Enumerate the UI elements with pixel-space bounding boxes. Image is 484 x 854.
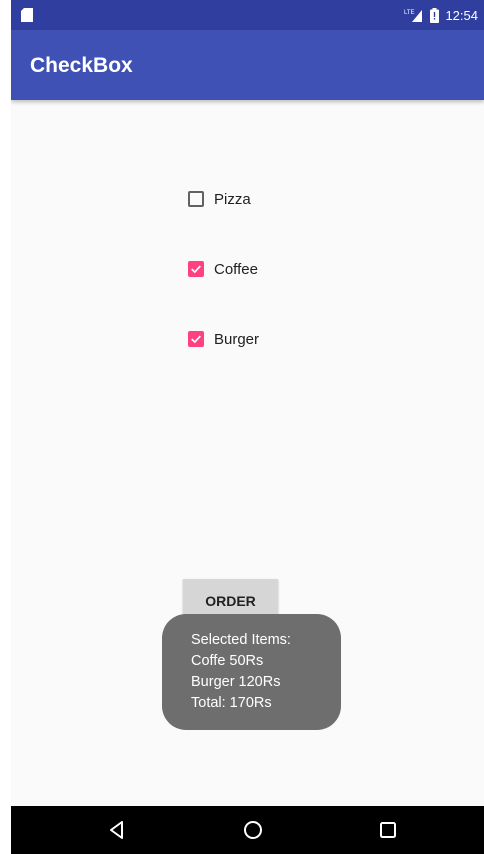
sd-card-icon — [21, 8, 33, 22]
toast-line: Selected Items: — [191, 632, 291, 648]
checkbox-pizza[interactable]: Pizza — [188, 187, 251, 211]
checkbox-unchecked-icon[interactable] — [188, 191, 204, 207]
app-screen: LTE 12:54 CheckBox Pizza Coffee Burger O… — [11, 0, 484, 854]
checkbox-label: Pizza — [214, 190, 251, 208]
checkbox-coffee[interactable]: Coffee — [188, 257, 258, 281]
signal-icon: LTE — [404, 10, 423, 22]
checkbox-label: Coffee — [214, 260, 258, 278]
checkbox-checked-icon[interactable] — [188, 261, 204, 277]
checkbox-label: Burger — [214, 330, 260, 348]
navigation-bar — [11, 806, 484, 854]
toast-line: Total: 170Rs — [191, 695, 272, 711]
battery-icon — [430, 7, 440, 23]
app-title: CheckBox — [30, 54, 133, 77]
app-bar: CheckBox — [11, 30, 484, 100]
toast-line: Burger 120Rs — [191, 674, 281, 690]
recents-icon[interactable] — [376, 818, 400, 842]
toast-line: Coffe 50Rs — [191, 653, 264, 669]
checkmark-icon — [191, 265, 201, 274]
status-bar: LTE 12:54 — [11, 0, 484, 30]
status-time: 12:54 — [445, 7, 478, 23]
home-icon[interactable] — [241, 818, 265, 842]
checkbox-checked-icon[interactable] — [188, 331, 204, 347]
network-type-label: LTE — [404, 10, 415, 16]
checkbox-burger[interactable]: Burger — [188, 327, 259, 351]
toast-message: Selected Items: Coffe 50Rs Burger 120Rs … — [162, 614, 341, 730]
status-icons: LTE 12:54 — [404, 5, 478, 25]
back-icon[interactable] — [105, 818, 129, 842]
checkmark-icon — [191, 335, 201, 344]
